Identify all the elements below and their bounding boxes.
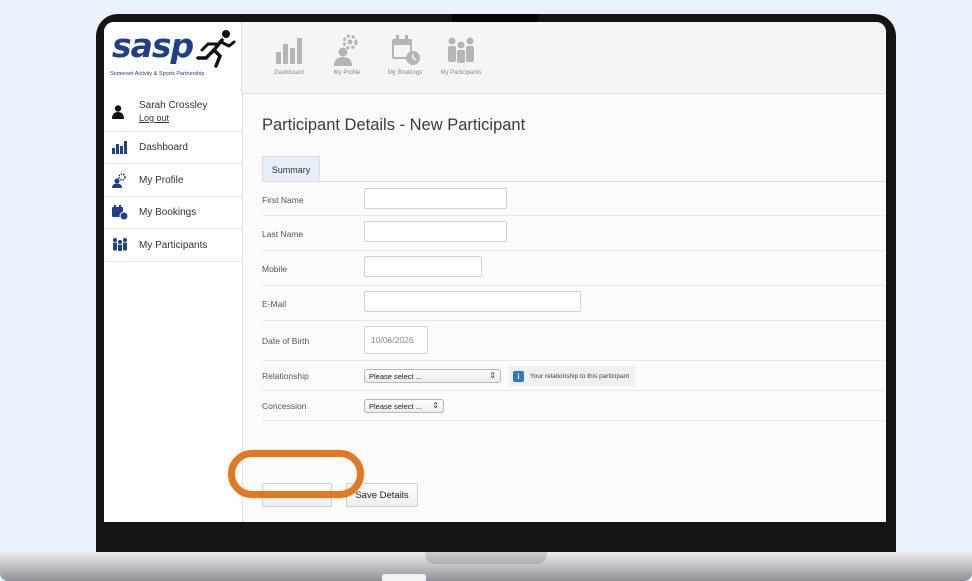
form-row-relationship: Relationship Please select ... ⇕ i Your … (262, 361, 886, 391)
topnav-my-participants-label: My Participants (440, 70, 482, 76)
mobile-input[interactable] (364, 256, 482, 277)
calendar-clock-icon (392, 35, 420, 65)
sidebar-item-my-participants[interactable]: My Participants (104, 229, 243, 262)
group-icon (448, 37, 474, 63)
first-name-label: First Name (262, 195, 304, 205)
sidebar-item-label: My Profile (139, 175, 184, 186)
profile-gear-icon (112, 173, 126, 188)
save-button-highlight (228, 450, 364, 498)
tab-summary[interactable]: Summary (262, 156, 320, 182)
sidebar-item-my-bookings[interactable]: My Bookings (104, 197, 243, 229)
form-row-last-name: Last Name (262, 216, 886, 251)
sidebar-item-label: My Participants (139, 240, 208, 251)
first-name-input[interactable] (364, 188, 507, 209)
select-arrows-icon: ⇕ (489, 371, 496, 380)
form-row-date-of-birth: Date of Birth 10/06/2026 (262, 321, 886, 361)
brand-logo[interactable]: sasp Somerset Activity & Sports Partners… (104, 22, 242, 94)
relationship-select[interactable]: Please select ... ⇕ (364, 369, 501, 383)
select-arrows-icon: ⇕ (432, 401, 439, 410)
laptop-foot (382, 574, 426, 581)
logo-wordmark: sasp (112, 26, 194, 65)
sidebar-item-label: Dashboard (139, 142, 188, 153)
relationship-select-value: Please select ... (369, 371, 422, 381)
page-title: Participant Details - New Participant (262, 116, 526, 134)
top-bar: sasp Somerset Activity & Sports Partners… (104, 22, 886, 94)
info-icon: i (513, 370, 524, 382)
form-row-concession: Concession Please select ... ⇕ (262, 391, 886, 421)
user-panel: Sarah Crossley Log out (104, 94, 243, 132)
concession-select[interactable]: Please select ... ⇕ (364, 399, 444, 413)
mobile-label: Mobile (262, 264, 288, 274)
relationship-hint: i Your relationship to this participant (509, 366, 636, 386)
group-icon (113, 238, 127, 251)
date-of-birth-input[interactable]: 10/06/2026 (364, 326, 428, 354)
user-icon (112, 105, 124, 119)
last-name-label: Last Name (262, 229, 304, 239)
date-of-birth-label: Date of Birth (262, 336, 310, 346)
sidebar-item-my-profile[interactable]: My Profile (104, 164, 243, 197)
bar-chart-icon (112, 141, 127, 154)
relationship-label: Relationship (262, 371, 309, 381)
form-row-email: E-Mail (262, 286, 886, 321)
user-name: Sarah Crossley (139, 100, 208, 111)
last-name-input[interactable] (364, 221, 507, 242)
bar-chart-icon (276, 38, 302, 64)
topnav-my-participants[interactable]: My Participants (426, 32, 496, 88)
sidebar-item-dashboard[interactable]: Dashboard (104, 132, 243, 164)
form-row-first-name: First Name (262, 182, 886, 216)
logo-subtitle: Somerset Activity & Sports Partnership (110, 71, 205, 77)
laptop-base-notch (425, 552, 547, 564)
email-label: E-Mail (262, 299, 287, 309)
sidebar-item-label: My Bookings (139, 207, 197, 218)
email-input[interactable] (364, 291, 581, 312)
logout-link[interactable]: Log out (139, 113, 169, 123)
sidebar: Sarah Crossley Log out Dashboard My Prof… (104, 94, 243, 522)
browser-screen: sasp Somerset Activity & Sports Partners… (104, 22, 886, 522)
relationship-hint-text: Your relationship to this participant (530, 372, 630, 380)
profile-gear-icon (334, 34, 358, 66)
calendar-clock-icon (112, 205, 128, 220)
form-row-mobile: Mobile (262, 251, 886, 286)
concession-label: Concession (262, 401, 307, 411)
runner-icon (196, 30, 236, 68)
concession-select-value: Please select ... (369, 401, 422, 411)
